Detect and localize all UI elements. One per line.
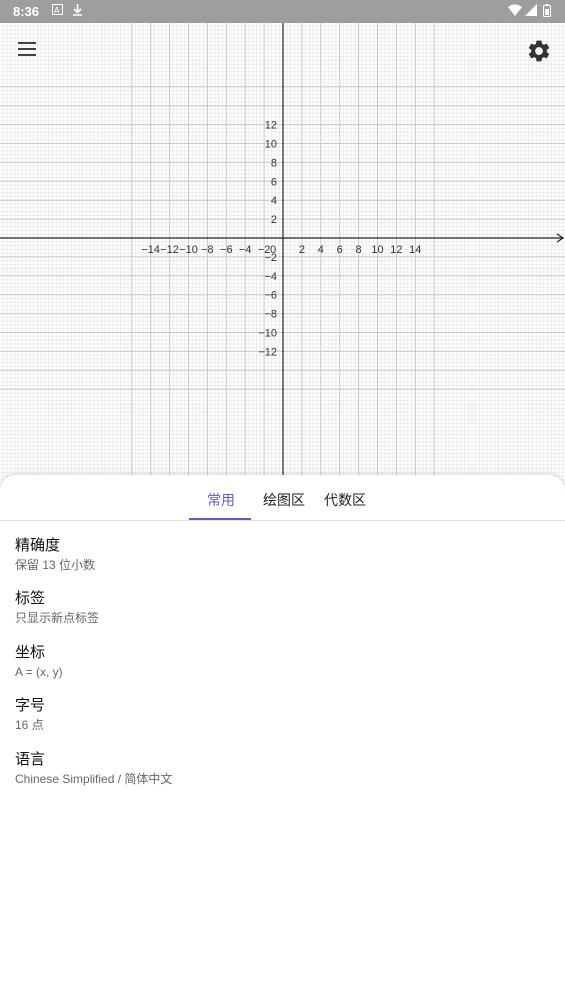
setting-title: 坐标: [15, 644, 46, 661]
setting-font-size[interactable]: 字号 16 点: [15, 697, 535, 733]
gear-icon[interactable]: [526, 38, 552, 64]
graphics-view[interactable]: −14 −12 −10 −8 −6 −4 −2 0 2 4 6 8 10 12 14 12 10 8 6 4 2 −2 −4…: [0, 0, 565, 500]
x-tick-label: 6: [337, 244, 343, 256]
menu-line: [18, 48, 36, 50]
setting-value: 16 点: [15, 718, 44, 732]
setting-value: 只显示新点标签: [15, 611, 100, 625]
tab-algebra[interactable]: 代数区: [324, 490, 366, 510]
x-tick-label: −14: [141, 244, 160, 256]
x-tick-label: 12: [390, 244, 402, 256]
y-tick-label: 4: [271, 195, 277, 207]
menu-line: [18, 54, 36, 56]
y-tick-label: −12: [258, 346, 277, 358]
setting-language[interactable]: 语言 Chinese Simplified / 简体中文: [15, 751, 535, 787]
x-tick-label: −6: [220, 244, 233, 256]
setting-value: Chinese Simplified / 简体中文: [15, 772, 173, 786]
x-tick-label: 4: [318, 244, 324, 256]
setting-value: 保留 13 位小数: [15, 558, 96, 572]
x-tick-label: −4: [239, 244, 252, 256]
setting-labeling[interactable]: 标签 只显示新点标签: [15, 590, 535, 626]
tab-common[interactable]: 常用: [207, 490, 235, 510]
y-tick-label: −2: [264, 252, 277, 264]
tab-graphics[interactable]: 绘图区: [263, 490, 305, 510]
y-tick-label: −8: [264, 309, 277, 321]
setting-title: 标签: [15, 590, 46, 607]
setting-title: 精确度: [15, 537, 61, 554]
setting-value: A = (x, y): [15, 665, 63, 679]
y-tick-label: 10: [265, 139, 277, 151]
wifi-icon: [508, 4, 522, 19]
status-time: 8:36: [13, 4, 40, 19]
y-tick-label: −6: [264, 290, 277, 302]
y-tick-label: 2: [271, 214, 277, 226]
x-tick-label: 8: [356, 244, 362, 256]
setting-title: 语言: [15, 751, 46, 768]
y-tick-label: −4: [264, 271, 277, 283]
x-tick-label: 14: [409, 244, 421, 256]
status-bar: 8:36 A: [0, 0, 565, 23]
x-tick-label: 2: [299, 244, 305, 256]
x-tick-label: 10: [371, 244, 383, 256]
x-tick-label: −10: [179, 244, 198, 256]
coordinate-grid[interactable]: −14 −12 −10 −8 −6 −4 −2 0 2 4 6 8 10 12 1412108642−2−4…: [0, 0, 565, 500]
y-tick-label: 12: [265, 120, 277, 132]
setting-coordinates[interactable]: 坐标 A = (x, y): [15, 644, 535, 680]
y-tick-label: 8: [271, 157, 277, 169]
hamburger-menu-icon[interactable]: [14, 38, 40, 60]
settings-sheet: 常用 绘图区 代数区 精确度 保留 13 位小数 标签 只显示新点标签 坐标 A…: [0, 475, 565, 1004]
active-tab-indicator: [189, 518, 251, 520]
settings-tabs: 常用 绘图区 代数区: [0, 475, 565, 521]
y-tick-label: −10: [258, 328, 277, 340]
y-tick-label: 6: [271, 176, 277, 188]
signal-icon: [525, 4, 537, 19]
setting-title: 字号: [15, 697, 46, 714]
text-notification-icon: A: [52, 4, 63, 18]
setting-rounding[interactable]: 精确度 保留 13 位小数: [15, 537, 535, 573]
battery-icon: [543, 4, 551, 20]
menu-line: [18, 42, 36, 44]
x-tick-label: −12: [160, 244, 179, 256]
download-icon: [72, 4, 83, 19]
x-tick-label: −8: [201, 244, 214, 256]
svg-text:A: A: [54, 6, 60, 15]
